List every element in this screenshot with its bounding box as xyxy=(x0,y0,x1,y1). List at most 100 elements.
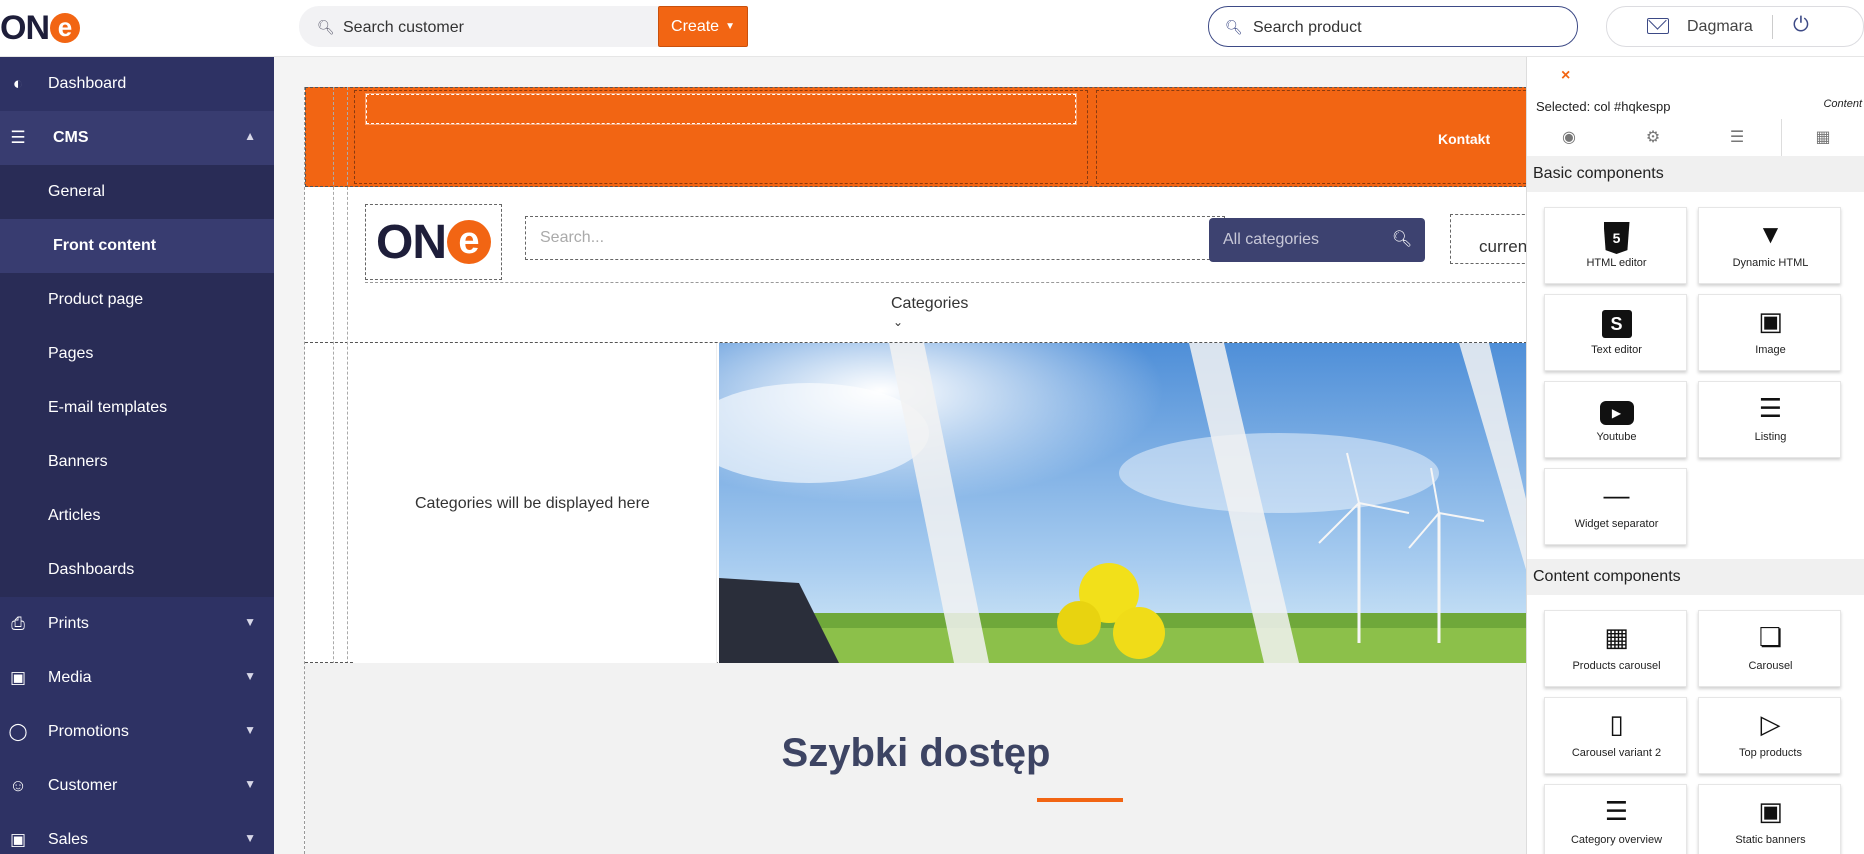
component-image[interactable]: ▣ Image xyxy=(1698,294,1841,371)
shop-search-button[interactable]: 🔍︎ xyxy=(1379,218,1425,262)
tab-style[interactable]: ◉ xyxy=(1527,119,1611,157)
award-icon: ◯ xyxy=(8,722,28,741)
sidebar-item-pages[interactable]: Pages xyxy=(0,327,274,381)
categories-placeholder-text: Categories will be displayed here xyxy=(415,495,650,512)
hero-banner-svg xyxy=(719,343,1526,663)
quick-access-section[interactable]: Szybki dostęp xyxy=(305,663,1526,854)
categories-placeholder[interactable]: Categories will be displayed here xyxy=(353,343,717,663)
all-categories-select[interactable]: All categories xyxy=(1209,218,1379,262)
component-html-editor[interactable]: 5 HTML editor xyxy=(1544,207,1687,284)
component-name: Carousel variant 2 xyxy=(1571,747,1662,759)
tab-components[interactable]: ▦ xyxy=(1781,119,1864,158)
carousel-icon: ❏ xyxy=(1758,622,1783,652)
title-underline xyxy=(1037,798,1123,802)
shop-search-input[interactable]: Search... xyxy=(525,216,1225,260)
banner-row[interactable]: Categories will be displayed here xyxy=(305,343,1526,663)
basket-icon: ▣ xyxy=(9,830,27,849)
tab-layers[interactable]: ☰ xyxy=(1695,119,1779,157)
component-carousel-variant-2[interactable]: ▯ Carousel variant 2 xyxy=(1544,697,1687,774)
currency-label: curren xyxy=(1479,237,1526,256)
header-top-row[interactable]: Kontakt xyxy=(305,87,1526,187)
sidebar-item-front-content[interactable]: Front content xyxy=(0,219,274,273)
search-icon: 🔍︎ xyxy=(1391,231,1413,248)
component-static-banners[interactable]: ▣ Static banners xyxy=(1698,784,1841,854)
sidebar-item-general[interactable]: General xyxy=(0,165,274,219)
component-name: HTML editor xyxy=(1586,257,1647,269)
layers-icon: ☰ xyxy=(10,128,26,147)
listing-icon: ☰ xyxy=(1758,393,1783,423)
tab-settings[interactable]: ⚙︎ xyxy=(1611,119,1695,157)
sidebar-item-email-templates[interactable]: E-mail templates xyxy=(0,381,274,435)
close-icon[interactable]: × xyxy=(1561,67,1570,85)
sidebar-item-articles[interactable]: Articles xyxy=(0,489,274,543)
create-button[interactable]: Create ▼ xyxy=(658,6,748,47)
sidebar-item-banners[interactable]: Banners xyxy=(0,435,274,489)
html5-icon: 5 xyxy=(1603,222,1630,254)
user-box: Dagmara ⏻ xyxy=(1606,6,1864,47)
sidebar-item-customer[interactable]: ☺ Customer ▼ xyxy=(0,759,274,813)
editor-canvas[interactable]: Kontakt ON e Search... All categories 🔍︎ … xyxy=(274,57,1526,854)
content-tag: Content xyxy=(1823,98,1862,110)
kontakt-link[interactable]: Kontakt xyxy=(1438,131,1490,147)
component-top-products[interactable]: ▷ Top products xyxy=(1698,697,1841,774)
component-name: Static banners xyxy=(1735,834,1806,846)
selected-column-hqkespp[interactable] xyxy=(365,93,1077,125)
sidebar-item-cms[interactable]: ☰ CMS ▲ xyxy=(0,111,274,165)
sidebar-item-label: Pages xyxy=(48,345,94,362)
categories-bar[interactable]: Categories ⌄ xyxy=(365,282,1526,336)
component-text-editor[interactable]: S Text editor xyxy=(1544,294,1687,371)
banners-icon: ▣ xyxy=(1758,796,1783,826)
currency-widget[interactable]: curren xyxy=(1450,214,1526,264)
chevron-down-icon: ▼ xyxy=(244,723,256,737)
gear-icon: ⚙︎ xyxy=(1645,129,1661,146)
user-name[interactable]: Dagmara xyxy=(1687,18,1753,36)
sidebar-item-product-page[interactable]: Product page xyxy=(0,273,274,327)
hero-banner-image[interactable] xyxy=(719,343,1526,663)
components-panel: × Selected: col #hqkespp Content ◉ ⚙︎ ☰ … xyxy=(1526,57,1864,854)
chevron-down-icon: ▼ xyxy=(244,615,256,629)
search-product-placeholder: Search product xyxy=(1253,19,1362,36)
component-widget-separator[interactable]: — Widget separator xyxy=(1544,468,1687,545)
component-category-overview[interactable]: ☰ Category overview xyxy=(1544,784,1687,854)
chevron-down-icon: ⌄ xyxy=(893,315,904,329)
sidebar: ◐ Dashboard ☰ CMS ▲ General Front conten… xyxy=(0,57,274,854)
component-name: Top products xyxy=(1739,747,1802,759)
printer-icon: ⎙ xyxy=(11,614,25,633)
search-product-input[interactable]: 🔍︎ Search product xyxy=(1208,6,1578,47)
component-listing[interactable]: ☰ Listing xyxy=(1698,381,1841,458)
top-bar: ON e 🔍︎ Search customer Create ▼ 🔍︎ Search… xyxy=(0,0,1864,57)
sidebar-item-label: CMS xyxy=(53,129,89,146)
component-products-carousel[interactable]: ▦ Products carousel xyxy=(1544,610,1687,687)
sidebar-item-dashboards[interactable]: Dashboards xyxy=(0,543,274,597)
sidebar-item-dashboard[interactable]: ◐ Dashboard xyxy=(0,57,274,111)
component-name: Carousel xyxy=(1748,660,1793,672)
component-name: Products carousel xyxy=(1572,660,1661,672)
sidebar-item-promotions[interactable]: ◯ Promotions ▼ xyxy=(0,705,274,759)
sidebar-item-sales[interactable]: ▣ Sales ▼ xyxy=(0,813,274,854)
gauge-icon: ◐ xyxy=(12,74,24,93)
search-icon: 🔍︎ xyxy=(317,19,335,35)
image-icon: ▣ xyxy=(1758,306,1783,336)
image-icon: ▣ xyxy=(9,668,27,687)
panel-tabs: ◉ ⚙︎ ☰ ▦ xyxy=(1527,119,1864,158)
mail-icon[interactable] xyxy=(1647,18,1669,34)
content-components-header: Content components xyxy=(1527,559,1864,595)
component-youtube[interactable]: ▶ Youtube xyxy=(1544,381,1687,458)
selected-element-label: Selected: col #hqkespp xyxy=(1536,99,1671,114)
component-carousel[interactable]: ❏ Carousel xyxy=(1698,610,1841,687)
sidebar-item-label: E-mail templates xyxy=(48,399,168,416)
page-frame[interactable]: Kontakt ON e Search... All categories 🔍︎ … xyxy=(304,87,1526,854)
logo-text: ON xyxy=(0,8,50,47)
shop-logo[interactable]: ON e xyxy=(365,204,502,280)
power-icon[interactable]: ⏻ xyxy=(1793,14,1809,37)
search-customer-input[interactable]: 🔍︎ Search customer xyxy=(299,6,659,47)
header-main-row[interactable]: ON e Search... All categories 🔍︎ curren C… xyxy=(305,187,1526,343)
sidebar-item-label: Prints xyxy=(48,615,89,632)
component-dynamic-html[interactable]: ▼ Dynamic HTML xyxy=(1698,207,1841,284)
component-name: Listing xyxy=(1754,431,1787,443)
app-logo[interactable]: ON e xyxy=(0,8,90,48)
sidebar-item-media[interactable]: ▣ Media ▼ xyxy=(0,651,274,705)
sidebar-item-prints[interactable]: ⎙ Prints ▼ xyxy=(0,597,274,651)
carousel-variant-icon: ▯ xyxy=(1609,709,1624,739)
youtube-icon: ▶ xyxy=(1599,401,1634,425)
